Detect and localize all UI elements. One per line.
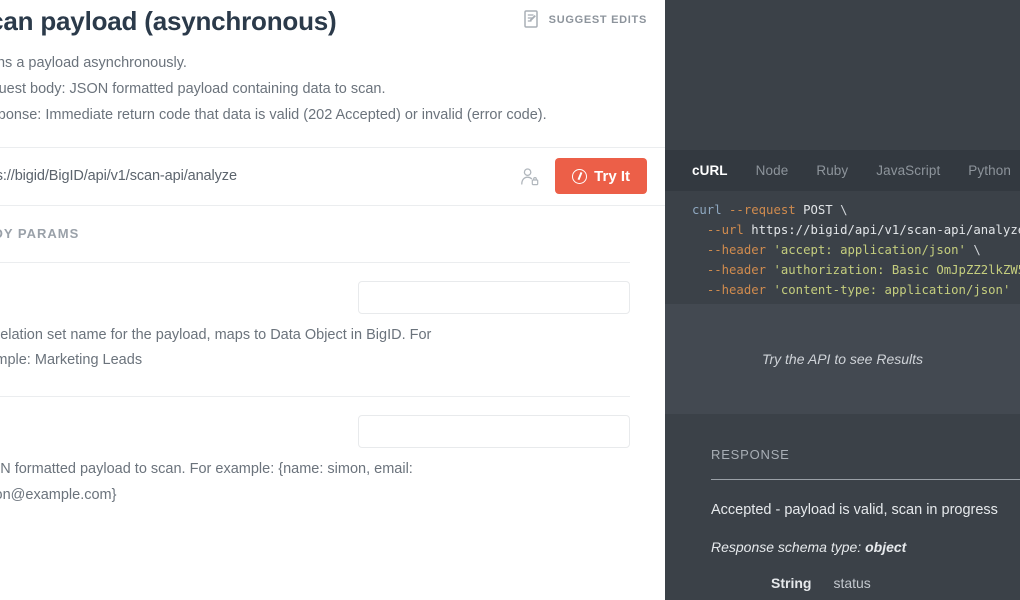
doc-description: Scans a payload asynchronously. Request …	[0, 51, 631, 128]
response-field-name: status	[833, 575, 870, 591]
param-row: Correlation set name for the payload, ma…	[0, 263, 665, 397]
tab-node[interactable]: Node	[742, 163, 803, 178]
response-field-type: String	[771, 575, 811, 591]
tab-ruby[interactable]: Ruby	[802, 163, 862, 178]
param-label-group	[0, 281, 358, 312]
api-reference-page: Scan payload (asynchronous) SUGGEST EDIT…	[0, 0, 1020, 600]
doc-description-line-2: Request body: JSON formatted payload con…	[0, 77, 631, 103]
code-sample-text: curl --request POST \ --url https://bigi…	[692, 201, 1020, 301]
code-panel: cURL Node Ruby JavaScript Python curl --…	[665, 0, 1020, 600]
param-description: JSON formatted payload to scan. For exam…	[0, 457, 442, 509]
results-placeholder-text: Try the API to see Results	[762, 351, 923, 367]
response-field-row: String status	[711, 575, 1020, 591]
tab-python[interactable]: Python	[954, 163, 1020, 178]
suggest-edits-icon	[524, 10, 541, 29]
doc-description-line-1: Scans a payload asynchronously.	[0, 51, 631, 77]
results-placeholder-area: Try the API to see Results	[665, 304, 1020, 414]
suggest-edits-button[interactable]: SUGGEST EDITS	[524, 10, 647, 29]
response-schema-type: object	[865, 539, 906, 555]
response-divider	[711, 479, 1020, 480]
try-it-power-icon	[572, 169, 587, 184]
documentation-content: Scan payload (asynchronous) SUGGEST EDIT…	[0, 0, 665, 531]
documentation-panel: Scan payload (asynchronous) SUGGEST EDIT…	[0, 0, 665, 600]
body-params-label: BODY PARAMS	[0, 226, 79, 241]
language-tabs: cURL Node Ruby JavaScript Python	[665, 150, 1020, 191]
param-input-correlation-set-name[interactable]	[358, 281, 630, 314]
response-schema-line: Response schema type: object	[711, 539, 1020, 555]
doc-description-line-3: Response: Immediate return code that dat…	[0, 103, 631, 129]
endpoint-actions: Try It	[520, 158, 647, 194]
param-description: Correlation set name for the payload, ma…	[0, 323, 442, 375]
response-schema-prefix: Response schema type:	[711, 539, 865, 555]
response-label: RESPONSE	[711, 447, 1020, 462]
doc-header: Scan payload (asynchronous) SUGGEST EDIT…	[0, 0, 665, 129]
endpoint-url: https://bigid/BigID/api/v1/scan-api/anal…	[0, 168, 237, 184]
body-params-section-header: BODY PARAMS	[0, 206, 665, 262]
code-sample[interactable]: curl --request POST \ --url https://bigi…	[665, 191, 1020, 304]
suggest-edits-label: SUGGEST EDITS	[549, 14, 647, 26]
code-panel-top-spacer	[665, 0, 1020, 150]
try-it-label: Try It	[594, 168, 630, 185]
param-row: JSON formatted payload to scan. For exam…	[0, 397, 665, 531]
endpoint-row: https://bigid/BigID/api/v1/scan-api/anal…	[0, 148, 665, 205]
tab-javascript[interactable]: JavaScript	[862, 163, 954, 178]
param-label-group	[0, 415, 358, 446]
try-it-button[interactable]: Try It	[555, 158, 647, 194]
param-input-payload[interactable]	[358, 415, 630, 448]
response-status-line: Accepted - payload is valid, scan in pro…	[711, 502, 1020, 518]
response-section: RESPONSE Accepted - payload is valid, sc…	[665, 414, 1020, 600]
tab-curl[interactable]: cURL	[692, 163, 742, 178]
auth-person-lock-icon[interactable]	[520, 167, 539, 186]
